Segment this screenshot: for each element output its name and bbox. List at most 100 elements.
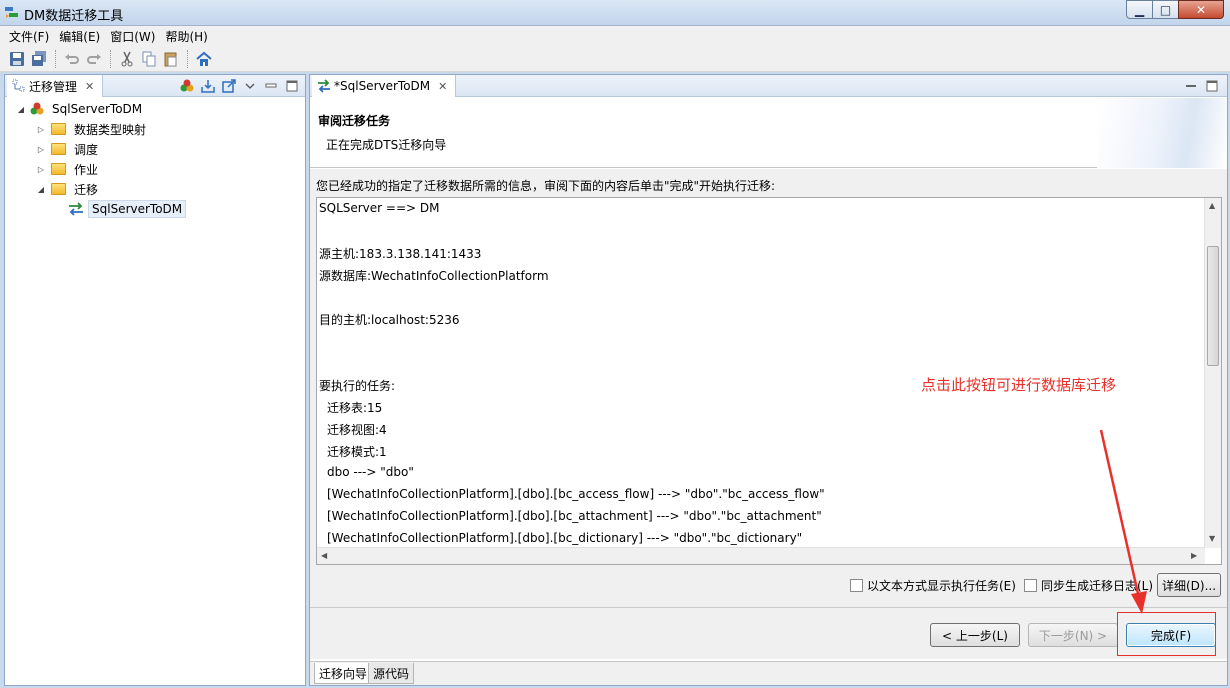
editor-tools bbox=[1179, 77, 1221, 95]
folder-icon bbox=[51, 123, 66, 135]
summary-line: 源主机:183.3.138.141:1433 bbox=[319, 247, 482, 261]
tree-item-migration-task[interactable]: SqlServerToDM bbox=[67, 199, 187, 219]
scroll-up-icon[interactable]: ▲ bbox=[1209, 201, 1215, 210]
annotation-highlight-box bbox=[1117, 612, 1216, 656]
summary-line: 要执行的任务: bbox=[319, 379, 396, 393]
collapse-arrow-icon[interactable]: ◢ bbox=[15, 105, 27, 114]
folder-icon bbox=[51, 183, 66, 195]
home-icon[interactable] bbox=[195, 50, 213, 68]
tab-label: *SqlServerToDM bbox=[334, 79, 431, 93]
tab-sqlserver-to-dm[interactable]: *SqlServerToDM ✕ bbox=[312, 75, 457, 97]
summary-content: SQLServer ==> DM 源主机:183.3.138.141:1433 … bbox=[319, 198, 1203, 546]
next-button[interactable]: 下一步(N) > bbox=[1028, 623, 1118, 647]
maximize-editor-icon[interactable] bbox=[1203, 77, 1221, 95]
tree-item-label: 迁移 bbox=[74, 182, 99, 197]
checkbox-box[interactable] bbox=[850, 579, 863, 592]
separator bbox=[310, 607, 1227, 608]
minimize-editor-icon[interactable] bbox=[1182, 77, 1200, 95]
tree-item-label: 调度 bbox=[74, 142, 99, 157]
tab-label: 迁移管理 bbox=[29, 79, 78, 94]
redo-icon[interactable] bbox=[85, 50, 103, 68]
tree-item-migration[interactable]: ◢ 迁移 bbox=[35, 179, 101, 199]
checkbox-label: 以文本方式显示执行任务(E) bbox=[867, 579, 1016, 593]
folder-icon bbox=[51, 143, 66, 155]
editor-header: *SqlServerToDM ✕ bbox=[310, 75, 1227, 97]
minimize-button[interactable]: ▁ bbox=[1126, 0, 1153, 19]
tree-item-project[interactable]: ◢ SqlServerToDM bbox=[15, 99, 145, 119]
wizard-body: 您已经成功的指定了迁移数据所需的信息，审阅下面的内容后单击"完成"开始执行迁移:… bbox=[310, 169, 1227, 659]
details-button[interactable]: 详细(D)... bbox=[1157, 573, 1221, 597]
paste-icon[interactable] bbox=[162, 50, 180, 68]
maximize-button[interactable]: □ bbox=[1152, 0, 1179, 19]
menu-edit[interactable]: 编辑(E) bbox=[54, 28, 105, 45]
undo-icon[interactable] bbox=[63, 50, 81, 68]
expand-arrow-icon[interactable]: ▷ bbox=[35, 165, 47, 174]
summary-line: 迁移模式:1 bbox=[327, 445, 387, 459]
minimize-panel-icon[interactable] bbox=[262, 77, 280, 95]
maximize-icon: □ bbox=[1159, 2, 1172, 17]
summary-line: [WechatInfoCollectionPlatform].[dbo].[bc… bbox=[327, 531, 803, 545]
expand-arrow-icon[interactable]: ▷ bbox=[35, 125, 47, 134]
title-bar: DM数据迁移工具 ▁ □ ✕ bbox=[0, 0, 1230, 26]
intro-text: 您已经成功的指定了迁移数据所需的信息，审阅下面的内容后单击"完成"开始执行迁移: bbox=[316, 179, 776, 193]
summary-line: [WechatInfoCollectionPlatform].[dbo].[bc… bbox=[327, 487, 825, 501]
summary-line: SQLServer ==> DM bbox=[319, 201, 440, 215]
menu-file[interactable]: 文件(F) bbox=[4, 28, 54, 45]
options-row: 以文本方式显示执行任务(E) 同步生成迁移日志(L) 详细(D)... bbox=[310, 573, 1227, 597]
new-project-icon[interactable] bbox=[178, 77, 196, 95]
collapse-arrow-icon[interactable]: ◢ bbox=[35, 185, 47, 194]
migration-icon bbox=[69, 202, 83, 216]
tree-item-job[interactable]: ▷ 作业 bbox=[35, 159, 101, 179]
back-button[interactable]: < 上一步(L) bbox=[930, 623, 1020, 647]
toolbar bbox=[0, 46, 1230, 72]
migration-icon bbox=[318, 79, 330, 93]
vertical-scrollbar[interactable]: ▲ ▼ bbox=[1204, 198, 1221, 548]
summary-line: 目的主机:localhost:5236 bbox=[319, 313, 460, 327]
tree-view-icon bbox=[12, 79, 25, 92]
maximize-panel-icon[interactable] bbox=[283, 77, 301, 95]
copy-icon[interactable] bbox=[140, 50, 158, 68]
scroll-left-icon[interactable]: ◀ bbox=[321, 551, 327, 560]
scroll-down-icon[interactable]: ▼ bbox=[1209, 534, 1215, 543]
tree-item-label: SqlServerToDM bbox=[88, 200, 187, 218]
close-tab-icon[interactable]: ✕ bbox=[85, 80, 94, 93]
wizard-subtitle: 正在完成DTS迁移向导 bbox=[326, 138, 447, 152]
migration-manager-panel: 迁移管理 ✕ ◢ SqlServerToDM ▷ 数据类型映射 ▷ 调度 ▷ 作… bbox=[4, 74, 306, 686]
save-icon[interactable] bbox=[8, 50, 26, 68]
summary-line: 迁移视图:4 bbox=[327, 423, 387, 437]
bottom-tab-bar: 迁移向导 源代码 bbox=[310, 661, 1227, 685]
scroll-thumb[interactable] bbox=[1207, 246, 1219, 366]
tree-item-label: 作业 bbox=[74, 162, 99, 177]
tab-migration-wizard[interactable]: 迁移向导 bbox=[314, 663, 373, 684]
tree-item-label: 数据类型映射 bbox=[74, 122, 147, 137]
text-mode-checkbox[interactable]: 以文本方式显示执行任务(E) bbox=[850, 577, 1016, 594]
folder-icon bbox=[51, 163, 66, 175]
horizontal-scrollbar[interactable]: ◀ ▶ bbox=[317, 547, 1205, 564]
menu-help[interactable]: 帮助(H) bbox=[160, 28, 212, 45]
close-tab-icon[interactable]: ✕ bbox=[438, 80, 447, 93]
sync-log-checkbox[interactable]: 同步生成迁移日志(L) bbox=[1024, 577, 1153, 594]
wizard-header: 审阅迁移任务 正在完成DTS迁移向导 bbox=[310, 98, 1227, 168]
save-all-icon[interactable] bbox=[30, 50, 48, 68]
view-menu-icon[interactable] bbox=[241, 77, 259, 95]
import-icon[interactable] bbox=[199, 77, 217, 95]
tree-item-data-type-mapping[interactable]: ▷ 数据类型映射 bbox=[35, 119, 149, 139]
annotation-text: 点击此按钮可进行数据库迁移 bbox=[921, 376, 1117, 394]
toolbar-separator bbox=[187, 49, 188, 68]
tab-migration-manager[interactable]: 迁移管理 ✕ bbox=[7, 75, 104, 97]
checkbox-box[interactable] bbox=[1024, 579, 1037, 592]
tab-source-code[interactable]: 源代码 bbox=[368, 663, 415, 684]
wizard-title: 审阅迁移任务 bbox=[318, 114, 391, 128]
minimize-icon: ▁ bbox=[1134, 2, 1145, 17]
close-window-button[interactable]: ✕ bbox=[1178, 0, 1224, 19]
scroll-right-icon[interactable]: ▶ bbox=[1191, 551, 1197, 560]
export-icon[interactable] bbox=[220, 77, 238, 95]
checkbox-label: 同步生成迁移日志(L) bbox=[1041, 579, 1154, 593]
menu-bar: 文件(F) 编辑(E) 窗口(W) 帮助(H) bbox=[0, 26, 1230, 46]
cut-icon[interactable] bbox=[118, 50, 136, 68]
menu-window[interactable]: 窗口(W) bbox=[105, 28, 160, 45]
summary-line: dbo ---> "dbo" bbox=[327, 465, 414, 479]
expand-arrow-icon[interactable]: ▷ bbox=[35, 145, 47, 154]
summary-line: [WechatInfoCollectionPlatform].[dbo].[bc… bbox=[327, 509, 822, 523]
tree-item-schedule[interactable]: ▷ 调度 bbox=[35, 139, 101, 159]
